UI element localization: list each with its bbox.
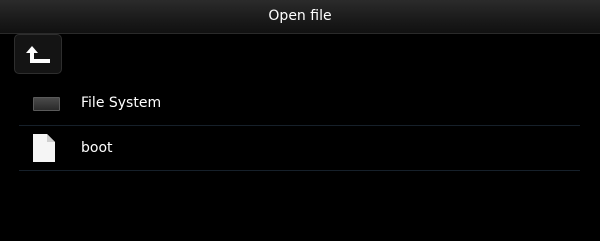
up-arrow-icon [26,46,50,63]
file-list: File System boot [19,81,580,171]
list-item-boot[interactable]: boot [19,126,580,171]
drive-icon [33,97,60,111]
up-directory-button[interactable] [14,34,62,74]
list-item-label: boot [81,140,113,156]
list-item-label: File System [81,95,162,111]
open-file-dialog: Open file File System boot [0,0,600,241]
list-item-file-system[interactable]: File System [19,81,580,126]
file-icon [33,134,55,162]
dialog-title: Open file [0,0,600,34]
